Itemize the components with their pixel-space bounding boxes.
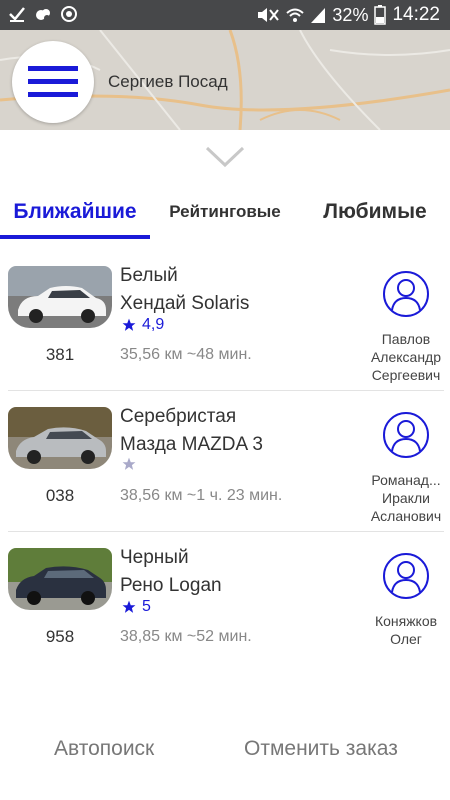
wifi-icon: [286, 8, 305, 22]
hamburger-menu-icon: [28, 66, 78, 97]
car-model: Мазда MAZDA 3: [120, 434, 263, 455]
car-rating: 4,9: [122, 316, 164, 334]
status-bar: 32% 14:22: [0, 0, 450, 30]
chevron-down-icon[interactable]: [205, 145, 245, 169]
car-color: Белый: [120, 265, 178, 286]
tab-bar: Ближайшие Рейтинговые Любимые: [0, 186, 450, 239]
battery-icon: [374, 5, 387, 25]
auto-search-button[interactable]: Автопоиск: [54, 737, 154, 761]
cloud-icon: [36, 9, 50, 21]
car-distance: 35,56 км ~48 мин.: [120, 346, 252, 363]
signal-icon: [311, 8, 326, 23]
car-model: Рено Logan: [120, 575, 222, 596]
cancel-order-button[interactable]: Отменить заказ: [244, 737, 398, 761]
car-rating: 5: [122, 598, 151, 616]
car-list-item[interactable]: 381 Белый Хендай Solaris 4,9 35,56 км ~4…: [8, 250, 444, 391]
sync-icon: [61, 6, 77, 22]
car-distance: 38,56 км ~1 ч. 23 мин.: [120, 487, 283, 504]
tab-rating[interactable]: Рейтинговые: [150, 186, 300, 238]
battery-percent: 32%: [332, 4, 369, 25]
tab-favorites[interactable]: Любимые: [300, 186, 450, 238]
driver-avatar-icon[interactable]: [382, 552, 430, 600]
star-icon: [122, 600, 136, 613]
car-list[interactable]: 381 Белый Хендай Solaris 4,9 35,56 км ~4…: [0, 250, 450, 645]
car-list-item[interactable]: 038 Серебристая Мазда MAZDA 3 38,56 км ~…: [8, 391, 444, 532]
map-city-label: Сергиев Посад: [108, 72, 228, 91]
driver-name: Павлов Александр Сергеевич: [370, 331, 442, 383]
car-photo: [8, 266, 112, 328]
rating-value: 5: [142, 598, 151, 615]
driver-name: Коняжков Олег: [374, 613, 438, 645]
menu-button[interactable]: [12, 41, 94, 123]
tab-nearest[interactable]: Ближайшие: [0, 186, 150, 238]
map-view[interactable]: Сергиев Посад: [0, 30, 450, 130]
car-color: Серебристая: [120, 406, 237, 427]
car-plate-number: 958: [45, 627, 75, 645]
driver-name: Романад... Иракли Асланович: [370, 472, 442, 524]
car-color: Черный: [120, 547, 189, 568]
car-photo: [8, 548, 112, 610]
rating-value: 4,9: [142, 316, 165, 333]
car-model: Хендай Solaris: [120, 293, 250, 314]
active-tab-indicator: [0, 235, 150, 239]
star-icon: [122, 457, 136, 470]
car-plate-number: 381: [45, 345, 75, 364]
driver-avatar-icon[interactable]: [382, 270, 430, 318]
system-icons: 32% 14:22: [256, 4, 440, 26]
notification-icons: [8, 5, 78, 23]
driver-avatar-icon[interactable]: [382, 411, 430, 459]
car-rating: [122, 457, 142, 471]
check-icon: [9, 7, 25, 22]
car-distance: 38,85 км ~52 мин.: [120, 628, 252, 645]
car-photo: [8, 407, 112, 469]
car-list-item[interactable]: 958 Черный Рено Logan 5 38,85 км ~52 мин…: [8, 532, 444, 645]
clock: 14:22: [392, 4, 440, 25]
mute-icon: [258, 8, 280, 22]
star-icon: [122, 318, 136, 331]
car-plate-number: 038: [45, 486, 75, 505]
